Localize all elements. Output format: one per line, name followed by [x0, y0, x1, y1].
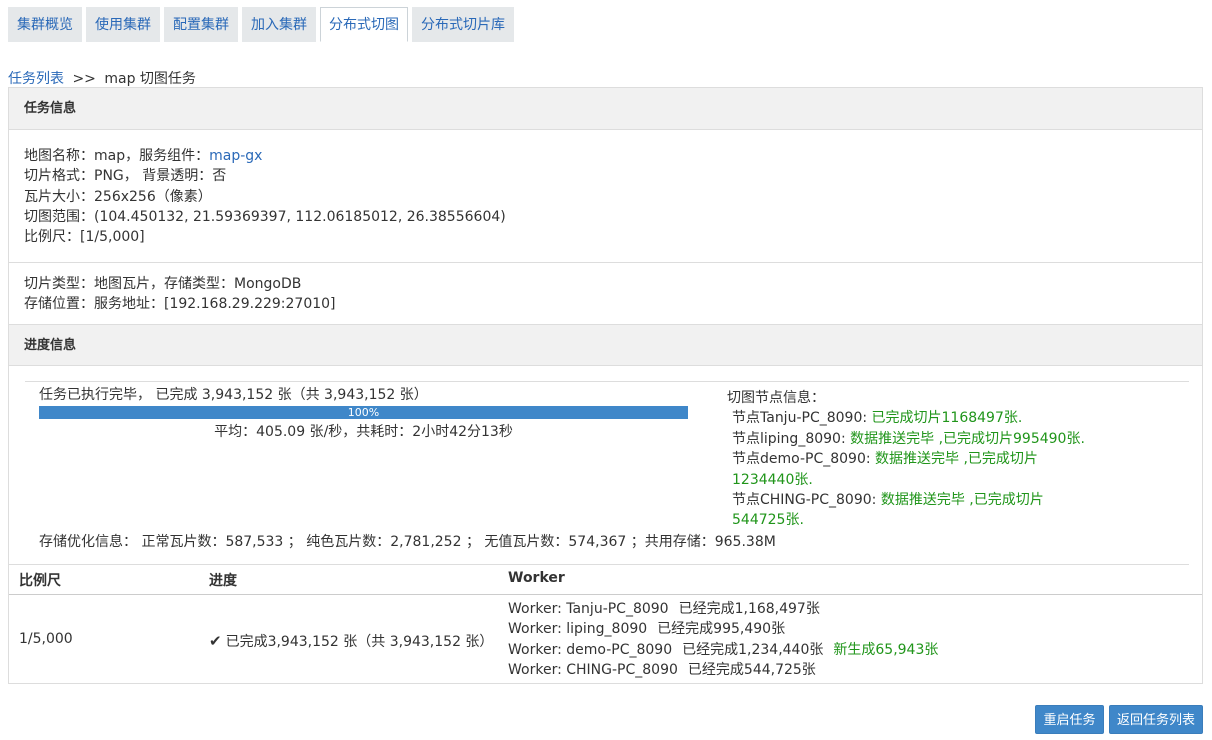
node-name: 节点demo-PC_8090:	[732, 451, 876, 468]
progress-percent: 100%	[347, 406, 380, 419]
average-speed: 平均：405.09 张/秒，共耗时：2小时42分13秒	[214, 424, 513, 440]
task-info-header: 任务信息	[9, 88, 1202, 130]
worker-done: 已经完成544,725张	[687, 661, 816, 678]
service-component-link[interactable]: map-gx	[209, 148, 262, 164]
node-row: 节点demo-PC_8090: 数据推送完毕 ,已完成切片 1234440张.	[727, 449, 1087, 490]
worker-name: Worker: demo-PC_8090	[508, 641, 673, 658]
breadcrumb-current: map 切图任务	[104, 71, 196, 87]
node-row: 节点CHING-PC_8090: 数据推送完毕 ,已完成切片 544725张.	[727, 490, 1087, 531]
worker-done: 已经完成995,490张	[657, 621, 786, 638]
storage-optimization-info: 存储优化信息： 正常瓦片数：587,533 ； 纯色瓦片数：2,781,252 …	[39, 534, 776, 550]
tile-type-row: 切片类型：地图瓦片，存储类型：MongoDB	[24, 276, 302, 292]
back-to-task-list-button[interactable]: 返回任务列表	[1109, 705, 1203, 734]
tile-size-row: 瓦片大小：256x256（像素）	[24, 188, 212, 205]
node-status: 数据推送完毕 ,已完成切片995490张.	[850, 430, 1085, 447]
breadcrumb-task-list-link[interactable]: 任务列表	[8, 71, 64, 87]
col-header-scale: 比例尺	[19, 573, 61, 589]
worker-done: 已经完成1,168,497张	[678, 601, 820, 617]
map-name-row: 地图名称：map，服务组件：map-gx	[24, 146, 506, 166]
divider	[9, 262, 1202, 263]
col-header-worker: Worker	[508, 570, 565, 586]
tab-cluster-overview[interactable]: 集群概览	[8, 7, 82, 42]
breadcrumb: 任务列表 >> map 切图任务	[8, 68, 196, 88]
node-row: 节点liping_8090: 数据推送完毕 ,已完成切片995490张.	[727, 429, 1087, 449]
node-status-cont: 544725张.	[732, 512, 804, 529]
task-detail-panel: 任务信息 地图名称：map，服务组件：map-gx 切片格式：PNG， 背景透明…	[8, 87, 1203, 684]
progress-status: 任务已执行完毕， 已完成 3,943,152 张（共 3,943,152 张）	[39, 387, 428, 403]
worker-name: Worker: Tanju-PC_8090	[508, 601, 669, 617]
divider	[25, 381, 1189, 382]
col-header-progress: 进度	[209, 573, 237, 589]
restart-task-button[interactable]: 重启任务	[1035, 705, 1104, 734]
check-icon: ✔	[209, 632, 222, 650]
scale-row: 比例尺：[1/5,000]	[24, 229, 145, 246]
nodes-title: 切图节点信息：	[727, 390, 825, 406]
extent-row: 切图范围：(104.450132, 21.59369397, 112.06185…	[24, 208, 506, 225]
tab-distributed-tile-library[interactable]: 分布式切片库	[412, 7, 514, 42]
tab-use-cluster[interactable]: 使用集群	[86, 7, 160, 42]
node-status: 数据推送完毕 ,已完成切片	[880, 492, 1044, 509]
node-status-cont: 1234440张.	[732, 471, 813, 488]
table-cell-progress: ✔ 已完成3,943,152 张（共 3,943,152 张）	[209, 631, 493, 651]
breadcrumb-separator: >>	[72, 71, 96, 87]
tile-format-row: 切片格式：PNG， 背景透明：否	[24, 168, 227, 185]
map-name-text: 地图名称：map，服务组件：	[24, 148, 210, 164]
tab-bar: 集群概览 使用集群 配置集群 加入集群 分布式切图 分布式切片库	[8, 7, 518, 42]
worker-row: Worker: demo-PC_8090 已经完成1,234,440张 新生成65,…	[508, 640, 938, 660]
table-cell-scale: 1/5,000	[19, 631, 73, 647]
tab-configure-cluster[interactable]: 配置集群	[164, 7, 238, 42]
node-name: 节点Tanju-PC_8090:	[732, 410, 872, 427]
tab-join-cluster[interactable]: 加入集群	[242, 7, 316, 42]
storage-info-block: 切片类型：地图瓦片，存储类型：MongoDB 存储位置：服务地址：[192.16…	[24, 274, 336, 315]
table-cell-workers: Worker: Tanju-PC_8090 已经完成1,168,497张 Work…	[508, 599, 938, 680]
storage-location-row: 存储位置：服务地址：[192.168.29.229:27010]	[24, 296, 336, 313]
tiling-nodes-info: 切图节点信息： 节点Tanju-PC_8090: 已完成切片1168497张. …	[727, 388, 1087, 531]
worker-name: Worker: liping_8090	[508, 621, 648, 638]
node-status: 已完成切片1168497张.	[871, 410, 1023, 427]
progress-bar: 100%	[39, 406, 688, 419]
tab-distributed-tiling[interactable]: 分布式切图	[320, 7, 408, 42]
node-name: 节点liping_8090:	[732, 430, 851, 447]
node-name: 节点CHING-PC_8090:	[732, 492, 881, 509]
worker-row: Worker: liping_8090 已经完成995,490张	[508, 619, 938, 639]
table-top-border	[9, 564, 1189, 565]
worker-row: Worker: Tanju-PC_8090 已经完成1,168,497张	[508, 599, 938, 619]
worker-name: Worker: CHING-PC_8090	[508, 661, 678, 678]
worker-done: 已经完成1,234,440张	[682, 641, 824, 658]
progress-info-header: 进度信息	[9, 324, 1202, 366]
worker-new: 新生成65,943张	[833, 641, 939, 658]
progress-text: 已完成3,943,152 张（共 3,943,152 张）	[225, 634, 494, 650]
node-status: 数据推送完毕 ,已完成切片	[875, 451, 1038, 468]
node-row: 节点Tanju-PC_8090: 已完成切片1168497张.	[727, 408, 1087, 428]
task-info-block: 地图名称：map，服务组件：map-gx 切片格式：PNG， 背景透明：否 瓦片…	[24, 146, 506, 247]
worker-row: Worker: CHING-PC_8090 已经完成544,725张	[508, 660, 938, 680]
table-header-border	[9, 594, 1202, 595]
